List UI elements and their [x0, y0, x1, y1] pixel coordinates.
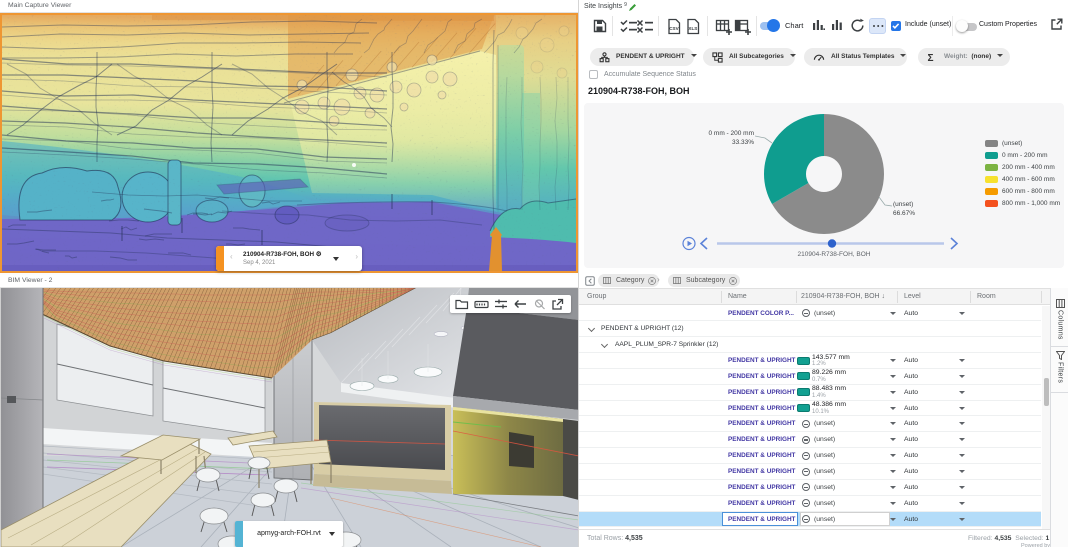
svg-text:Σ: Σ	[927, 53, 933, 63]
svg-text:XLS: XLS	[688, 26, 697, 31]
svg-text:CSV: CSV	[669, 26, 679, 31]
